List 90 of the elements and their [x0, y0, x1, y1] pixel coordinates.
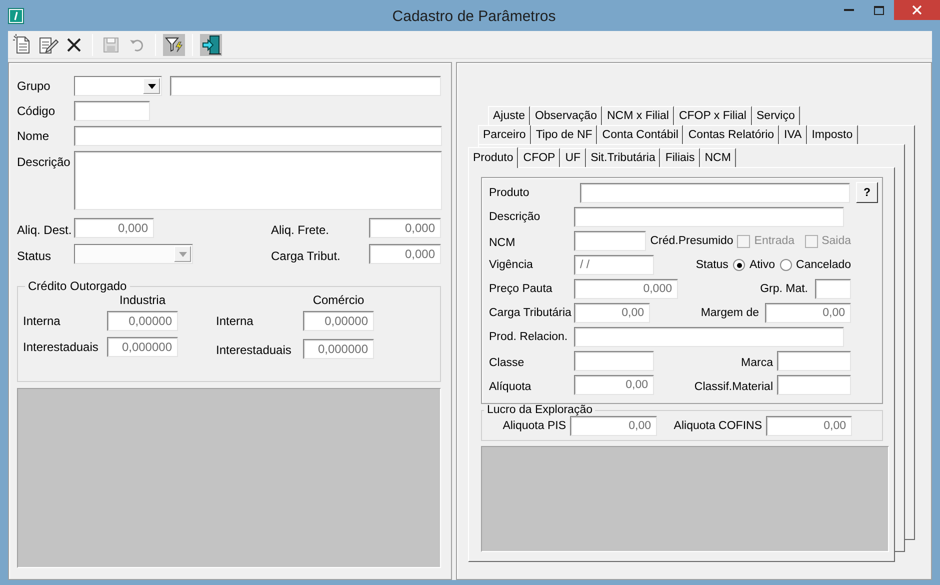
field-label: Marca — [741, 356, 773, 369]
tab[interactable]: NCM x Filial — [602, 106, 674, 125]
minimize-icon — [844, 9, 854, 11]
toolbar-button[interactable] — [163, 34, 185, 56]
input-field[interactable]: 0,000000 — [303, 339, 374, 359]
radio-button[interactable]: Cancelado — [780, 259, 851, 271]
tab[interactable]: Imposto — [806, 125, 858, 144]
tab[interactable]: CFOP x Filial — [674, 106, 752, 125]
input-field[interactable] — [777, 375, 851, 395]
field-label: Grupo — [17, 79, 52, 93]
field-label: Créd.Presumido — [650, 235, 734, 247]
input-field[interactable] — [574, 207, 844, 227]
toolbar-button[interactable] — [200, 34, 222, 56]
help-button[interactable]: ? — [856, 182, 878, 203]
field-label: Carga Tribut. — [271, 248, 342, 263]
app-icon — [8, 8, 24, 24]
tab[interactable]: Filiais — [660, 148, 700, 167]
tab[interactable]: Conta Contábil — [597, 125, 684, 144]
field-label: Status — [17, 248, 52, 263]
input-field[interactable]: 0,00 — [574, 303, 650, 323]
field-label: Aliquota COFINS — [674, 420, 762, 432]
field-label: Interna — [23, 314, 62, 328]
field-label: Interna — [216, 314, 254, 328]
field-label: Grp. Mat. — [760, 283, 808, 295]
field-label: Vigência — [489, 259, 534, 271]
column-heading: Industria — [118, 293, 167, 307]
tab[interactable]: Produto — [468, 147, 518, 168]
input-field[interactable] — [574, 231, 646, 251]
tab[interactable]: UF — [560, 148, 586, 167]
field-label: Código — [17, 104, 56, 118]
field-label: Carga Tributária — [489, 307, 572, 319]
tab[interactable]: Sit.Tributária — [586, 148, 660, 167]
field-label: Prod. Relacion. — [489, 331, 569, 343]
window-title: Cadastro de Parâmetros — [391, 8, 557, 25]
field-label: Alíquota — [489, 380, 532, 393]
maximize-icon — [874, 6, 884, 14]
tab[interactable]: Observação — [530, 106, 602, 125]
tab[interactable]: Contas Relatório — [683, 125, 780, 144]
input-field[interactable]: 0,000 — [369, 244, 441, 264]
field-label: Status — [696, 259, 728, 271]
dropdown-arrow-icon — [178, 252, 186, 256]
input-field[interactable]: 0,00 — [570, 416, 657, 436]
input-field[interactable] — [777, 351, 851, 371]
tab[interactable]: NCM — [700, 148, 736, 167]
field-label: Preço Pauta — [489, 283, 554, 295]
close-icon — [912, 5, 922, 15]
field-label: Descrição — [489, 211, 542, 223]
tab[interactable]: Serviço — [752, 106, 800, 125]
input-field[interactable]: 0,000000 — [107, 337, 178, 357]
input-field[interactable]: 0,00 — [765, 303, 851, 323]
field-label: NCM — [489, 236, 516, 248]
field-label: Classif.Material — [694, 380, 773, 393]
tab[interactable]: Parceiro — [478, 125, 531, 144]
field-label: Margem de — [700, 307, 759, 319]
input-field[interactable] — [170, 76, 441, 96]
input-field[interactable]: 0,00 — [574, 375, 654, 395]
field-label: Aliq. Frete. — [271, 222, 330, 237]
radio-button[interactable]: Ativo — [733, 259, 776, 271]
input-field[interactable] — [580, 182, 850, 202]
dropdown-arrow-icon — [148, 84, 156, 88]
input-field[interactable]: 0,00000 — [107, 311, 178, 331]
tab[interactable]: Tipo de NF — [530, 125, 598, 144]
input-field[interactable]: 0,000 — [574, 279, 678, 299]
input-field[interactable]: 0,00 — [766, 416, 852, 436]
input-field[interactable]: 0,00000 — [303, 311, 374, 331]
door-icon — [200, 34, 222, 56]
tab[interactable]: IVA — [779, 125, 807, 144]
close-button[interactable] — [894, 0, 940, 20]
date-field[interactable]: / / — [574, 255, 654, 275]
tab[interactable]: Ajuste — [488, 106, 530, 125]
tab[interactable]: CFOP — [518, 148, 560, 167]
field-label: Classe — [489, 356, 526, 369]
field-label: Interestaduais — [216, 342, 292, 357]
input-field[interactable]: 0,000 — [369, 218, 441, 238]
group-title: Lucro da Exploração — [486, 404, 594, 416]
input-field[interactable] — [574, 351, 654, 371]
group-title: Crédito Outorgado — [27, 279, 128, 293]
field-label: Aliq. Dest. — [17, 222, 73, 237]
input-field[interactable] — [815, 279, 851, 299]
field-label: Produto — [489, 186, 530, 198]
field-label: Aliquota PIS — [502, 420, 566, 432]
input-field[interactable] — [74, 126, 442, 146]
input-field[interactable]: 0,000 — [74, 218, 154, 238]
field-label: Nome — [17, 129, 50, 143]
group-combo[interactable] — [74, 76, 162, 96]
column-heading: Comércio — [312, 293, 366, 307]
field-label: Descrição — [17, 154, 72, 169]
input-field[interactable] — [74, 101, 150, 121]
field-label: Interestaduais — [23, 340, 100, 354]
input-field[interactable] — [574, 327, 844, 347]
